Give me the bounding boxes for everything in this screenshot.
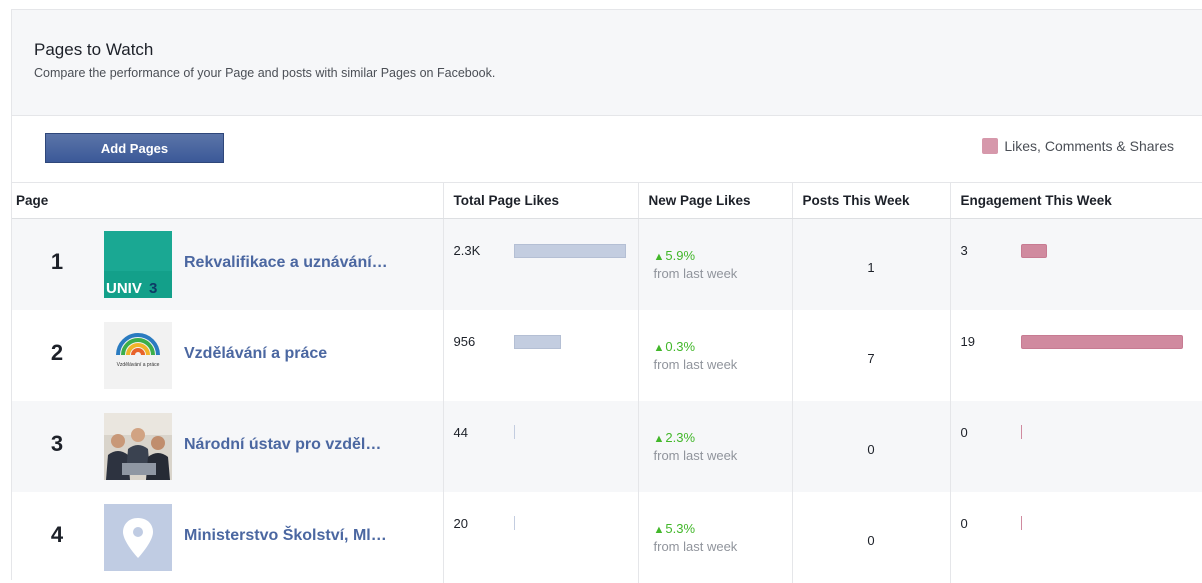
panel-subtitle: Compare the performance of your Page and… — [34, 66, 496, 80]
legend-swatch — [982, 138, 999, 154]
pages-table: Page Total Page Likes New Page Likes Pos… — [12, 182, 1202, 583]
new-likes-percent: 2.3% — [665, 430, 696, 445]
new-likes-change: ▲5.3% — [654, 521, 792, 536]
table-row: 3 Národní ústav pro vzděl… 44 ▲2.3% from… — [12, 401, 1202, 492]
posts-this-week: 1 — [791, 218, 950, 310]
total-likes-bar — [513, 516, 515, 530]
legend: Likes, Comments & Shares — [982, 138, 1174, 154]
page-thumbnail-vzdelavani[interactable]: Vzdělávání a práce — [104, 322, 172, 389]
new-likes-since: from last week — [653, 357, 738, 372]
total-likes-bar — [513, 244, 626, 258]
column-header-total-likes: Total Page Likes — [442, 182, 638, 219]
rank-number: 1 — [50, 249, 64, 274]
page-name-link[interactable]: Národní ústav pro vzděl… — [184, 436, 381, 454]
page-name-link[interactable]: Ministerstvo Školství, Ml… — [184, 527, 387, 545]
page-thumbnail-people-photo[interactable] — [104, 413, 172, 480]
posts-this-week: 7 — [791, 310, 950, 401]
page-name-link[interactable]: Rekvalifikace a uznávání… — [184, 254, 388, 272]
new-likes-since: from last week — [653, 539, 738, 554]
posts-this-week: 0 — [791, 492, 950, 583]
column-header-engagement: Engagement This Week — [949, 182, 1202, 219]
page-thumbnail-univ3[interactable]: UNIV 3 — [104, 231, 172, 298]
engagement-value: 3 — [960, 243, 968, 258]
svg-text:UNIV: UNIV — [106, 280, 142, 297]
total-likes-value: 44 — [453, 425, 468, 440]
pages-to-watch-panel: Pages to Watch Compare the performance o… — [11, 9, 1202, 583]
table-row: 1 UNIV 3 Rekvalifikace a uznávání… 2.3K — [12, 218, 1202, 310]
rank-number: 4 — [50, 522, 64, 547]
new-likes-percent: 5.3% — [665, 521, 696, 536]
add-pages-button[interactable]: Add Pages — [45, 133, 224, 163]
panel-header: Pages to Watch Compare the performance o… — [12, 10, 1202, 116]
rank-number: 2 — [50, 340, 64, 365]
total-likes-bar — [513, 425, 515, 439]
engagement-bar — [1020, 425, 1022, 439]
table-header-row: Page Total Page Likes New Page Likes Pos… — [12, 182, 1202, 219]
posts-this-week: 0 — [791, 401, 950, 492]
total-likes-bar — [513, 335, 561, 349]
column-header-new-likes: New Page Likes — [637, 182, 792, 219]
up-triangle-icon: ▲ — [653, 251, 665, 263]
new-likes-change: ▲0.3% — [654, 339, 792, 354]
engagement-value: 0 — [960, 425, 968, 440]
toolbar: Add Pages Likes, Comments & Shares — [12, 116, 1202, 182]
engagement-bar — [1020, 244, 1047, 258]
table-row: 4 Ministerstvo Školství, Ml… 20 ▲5.3% fr… — [12, 492, 1202, 583]
total-likes-value: 956 — [453, 334, 476, 349]
thumbnail-caption: Vzdělávání a práce — [117, 362, 160, 368]
total-likes-value: 2.3K — [453, 243, 481, 258]
column-header-posts: Posts This Week — [791, 182, 950, 219]
engagement-value: 19 — [960, 334, 975, 349]
new-likes-percent: 0.3% — [665, 339, 696, 354]
rank-number: 3 — [50, 431, 64, 456]
legend-label: Likes, Comments & Shares — [1004, 138, 1174, 154]
engagement-bar — [1020, 335, 1183, 349]
engagement-value: 0 — [960, 516, 968, 531]
engagement-bar — [1020, 516, 1022, 530]
column-header-page: Page — [12, 182, 443, 219]
svg-text:3: 3 — [149, 280, 157, 297]
new-likes-percent: 5.9% — [665, 248, 696, 263]
new-likes-since: from last week — [653, 448, 738, 463]
new-likes-since: from last week — [653, 266, 738, 281]
up-triangle-icon: ▲ — [653, 342, 665, 354]
table-row: 2 Vzdělávání a práce Vzdělávání a práce — [12, 310, 1202, 401]
page-thumbnail-placeholder[interactable] — [104, 504, 172, 571]
total-likes-value: 20 — [453, 516, 468, 531]
up-triangle-icon: ▲ — [653, 524, 665, 536]
up-triangle-icon: ▲ — [653, 433, 665, 445]
new-likes-change: ▲5.9% — [654, 248, 792, 263]
panel-title: Pages to Watch — [34, 40, 154, 59]
page-name-link[interactable]: Vzdělávání a práce — [184, 345, 327, 363]
new-likes-change: ▲2.3% — [654, 430, 792, 445]
